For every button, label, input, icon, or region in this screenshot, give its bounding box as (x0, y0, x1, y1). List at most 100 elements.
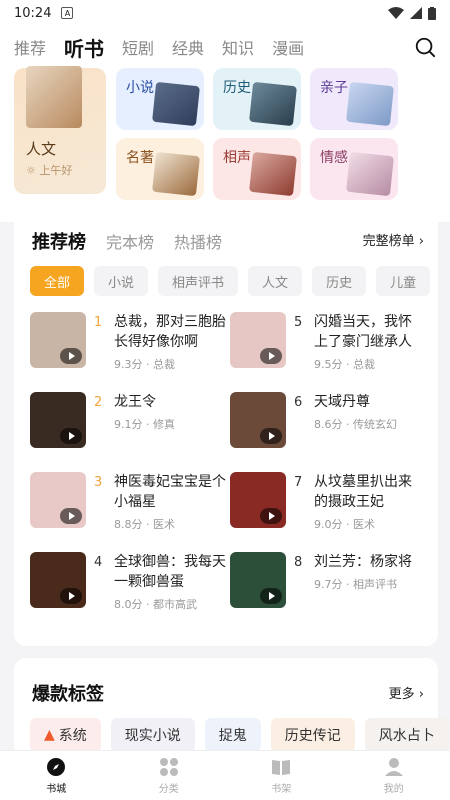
play-icon[interactable] (60, 428, 82, 444)
category-parenting[interactable]: 亲子 (310, 68, 398, 130)
search-icon[interactable] (414, 36, 436, 58)
ranking-card: 推荐榜 完本榜 热播榜 完整榜单 › 全部 小说 相声评书 人文 历史 儿童 1… (14, 208, 438, 646)
category-classics[interactable]: 名著 (116, 138, 204, 200)
tab-short-drama[interactable]: 短剧 (122, 35, 154, 59)
book-cover[interactable] (30, 552, 86, 608)
ranking-item[interactable]: 8 刘兰芳：杨家将 9.7分 · 相声评书 (230, 552, 422, 632)
book-cover[interactable] (30, 472, 86, 528)
ranking-item[interactable]: 3 神医毒妃宝宝是个小福星 8.8分 · 医术 (30, 472, 230, 552)
ranking-item[interactable]: 1 总裁，那对三胞胎长得好像你啊 9.3分 · 总裁 (30, 312, 230, 392)
tab-knowledge[interactable]: 知识 (222, 35, 254, 59)
category-thumb (346, 81, 394, 127)
play-icon[interactable] (260, 348, 282, 364)
book-meta: 9.3分 · 总裁 (114, 358, 175, 371)
full-ranking-link[interactable]: 完整榜单 › (363, 230, 424, 249)
ranking-item[interactable]: 4 全球御兽：我每天一颗御兽蛋 8.0分 · 都市高武 (30, 552, 230, 632)
category-crosstalk[interactable]: 相声 (213, 138, 301, 200)
filter-chips: 全部 小说 相声评书 人文 历史 儿童 (30, 266, 431, 296)
category-thumb (249, 81, 297, 127)
tag-fengshui[interactable]: 风水占卜 (364, 718, 449, 752)
status-bar: 10:24 A (0, 0, 450, 26)
ranking-item[interactable]: 5 闪婚当天，我怀上了豪门继承人 9.5分 · 总裁 (230, 312, 422, 392)
book-cover[interactable] (230, 312, 286, 368)
tab-classic[interactable]: 经典 (172, 35, 204, 59)
rank-number: 3 (94, 475, 103, 490)
bottom-nav: 书城 分类 书架 我的 (0, 750, 450, 800)
tab-complete-rank[interactable]: 完本榜 (106, 229, 154, 253)
nav-bookshelf[interactable]: 书架 (225, 751, 338, 800)
tab-comic[interactable]: 漫画 (272, 35, 304, 59)
book-title: 总裁，那对三胞胎长得好像你啊 (114, 314, 226, 350)
rank-number: 4 (94, 555, 103, 570)
book-title: 神医毒妃宝宝是个小福星 (114, 474, 226, 510)
book-cover[interactable] (230, 552, 286, 608)
nav-profile[interactable]: 我的 (338, 751, 450, 800)
book-cover[interactable] (230, 472, 286, 528)
book-cover[interactable] (230, 392, 286, 448)
grid-icon (159, 757, 178, 776)
ranking-item[interactable]: 6 天域丹尊 8.6分 · 传统玄幻 (230, 392, 422, 472)
ranking-item[interactable]: 2 龙王令 9.1分 · 修真 (30, 392, 230, 472)
tag-ghost-hunting[interactable]: 捉鬼 (204, 718, 261, 752)
rank-number: 2 (94, 395, 103, 410)
feature-title: 人文 (26, 140, 57, 158)
category-thumb (152, 81, 200, 127)
category-grid: 小说 历史 亲子 名著 相声 情感 (116, 68, 398, 200)
filter-crosstalk[interactable]: 相声评书 (158, 266, 239, 296)
filter-humanities[interactable]: 人文 (248, 266, 303, 296)
rank-number: 6 (294, 395, 303, 410)
user-icon (384, 757, 403, 776)
book-info: 总裁，那对三胞胎长得好像你啊 9.3分 · 总裁 (114, 312, 230, 392)
feature-book-cover (26, 66, 82, 128)
book-info: 闪婚当天，我怀上了豪门继承人 9.5分 · 总裁 (314, 312, 422, 392)
book-info: 龙王令 9.1分 · 修真 (114, 392, 230, 472)
nav-category[interactable]: 分类 (113, 751, 226, 800)
book-meta: 8.6分 · 传统玄幻 (314, 418, 397, 431)
tab-hot-rank[interactable]: 热播榜 (174, 229, 222, 253)
book-meta: 8.8分 · 医术 (114, 518, 175, 531)
tag-historical-biography[interactable]: 历史传记 (270, 718, 355, 752)
rank-number: 1 (94, 315, 103, 330)
book-meta: 8.0分 · 都市高武 (114, 598, 197, 611)
play-icon[interactable] (60, 588, 82, 604)
nav-bookstore[interactable]: 书城 (0, 751, 113, 800)
tab-audiobook[interactable]: 听书 (64, 33, 104, 62)
play-icon[interactable] (60, 508, 82, 524)
rank-number: 5 (294, 315, 303, 330)
book-info: 全球御兽：我每天一颗御兽蛋 8.0分 · 都市高武 (114, 552, 230, 632)
tag-row: ▲ 系统 现实小说 捉鬼 历史传记 风水占卜 (30, 718, 449, 752)
more-tags-link[interactable]: 更多 › (389, 683, 424, 702)
status-time: 10:24 (14, 5, 52, 21)
tab-recommend[interactable]: 推荐 (14, 35, 46, 59)
compass-icon (47, 757, 66, 776)
fire-icon: ▲ (44, 727, 55, 743)
feature-subtitle: ☼ 上午好 (26, 164, 73, 177)
filter-children[interactable]: 儿童 (376, 266, 431, 296)
filter-history[interactable]: 历史 (312, 266, 367, 296)
play-icon[interactable] (60, 348, 82, 364)
ranking-item[interactable]: 7 从坟墓里扒出来的摄政王妃 9.0分 · 医术 (230, 472, 422, 552)
play-icon[interactable] (260, 588, 282, 604)
play-icon[interactable] (260, 428, 282, 444)
book-info: 天域丹尊 8.6分 · 传统玄幻 (314, 392, 422, 472)
play-icon[interactable] (260, 508, 282, 524)
category-section: 人文 ☼ 上午好 小说 历史 亲子 名著 相声 情感 (0, 66, 450, 222)
category-history[interactable]: 历史 (213, 68, 301, 130)
hot-tags-card: 爆款标签 更多 › ▲ 系统 现实小说 捉鬼 历史传记 风水占卜 (14, 658, 449, 758)
filter-novel[interactable]: 小说 (94, 266, 149, 296)
book-cover[interactable] (30, 392, 86, 448)
tag-realistic-novel[interactable]: 现实小说 (110, 718, 195, 752)
tab-recommend-rank[interactable]: 推荐榜 (32, 228, 86, 254)
feature-card-humanities[interactable]: 人文 ☼ 上午好 (14, 66, 106, 194)
book-info: 刘兰芳：杨家将 9.7分 · 相声评书 (314, 552, 422, 632)
book-title: 刘兰芳：杨家将 (314, 554, 412, 570)
book-cover[interactable] (30, 312, 86, 368)
category-thumb (152, 151, 200, 197)
filter-all[interactable]: 全部 (30, 266, 85, 296)
rank-number: 7 (294, 475, 303, 490)
battery-icon (428, 6, 436, 20)
category-novel[interactable]: 小说 (116, 68, 204, 130)
book-meta: 9.7分 · 相声评书 (314, 578, 397, 591)
category-emotion[interactable]: 情感 (310, 138, 398, 200)
tag-system[interactable]: ▲ 系统 (30, 718, 101, 752)
